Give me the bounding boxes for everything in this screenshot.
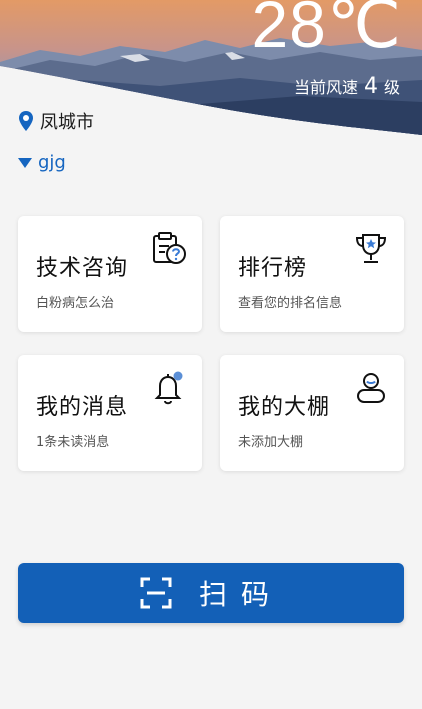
- card-title: 技术咨询: [36, 256, 129, 281]
- greenhouse-card[interactable]: 我的大棚 未添加大棚: [220, 355, 404, 471]
- temperature-label: 28℃: [251, 0, 402, 61]
- messages-card[interactable]: 我的消息 1条未读消息: [18, 355, 202, 471]
- user-selector[interactable]: gjg: [18, 152, 66, 173]
- bell-icon: [154, 371, 183, 405]
- wind-suffix-label: 级: [383, 78, 400, 97]
- scan-icon: [140, 577, 172, 609]
- clipboard-question-icon: [153, 232, 186, 264]
- user-name-label: gjg: [38, 152, 66, 173]
- trophy-icon: [355, 234, 387, 263]
- card-title: 我的消息: [36, 395, 129, 420]
- card-title: 我的大棚: [238, 395, 331, 420]
- location-pin-icon: [19, 111, 33, 131]
- city-label: 凤城市: [40, 112, 94, 133]
- wind-prefix-label: 当前风速: [293, 78, 358, 97]
- scan-button[interactable]: 扫码: [18, 563, 404, 623]
- wind-speed: 当前风速 4 级: [294, 74, 400, 99]
- scan-button-label: 扫码: [198, 578, 283, 611]
- user-icon: [357, 373, 385, 403]
- caret-down-icon: [18, 157, 32, 168]
- card-subtitle: 未添加大棚: [238, 435, 304, 450]
- notification-dot: [173, 371, 183, 381]
- wind-level-value: 4: [363, 74, 378, 99]
- card-subtitle: 查看您的排名信息: [238, 296, 343, 311]
- tech-consult-card[interactable]: 技术咨询 白粉病怎么治: [18, 216, 202, 332]
- card-subtitle: 1条未读消息: [36, 435, 110, 450]
- card-subtitle: 白粉病怎么治: [36, 296, 115, 311]
- location-selector[interactable]: 凤城市: [18, 108, 94, 134]
- card-title: 排行榜: [238, 256, 308, 281]
- ranking-card[interactable]: 排行榜 查看您的排名信息: [220, 216, 404, 332]
